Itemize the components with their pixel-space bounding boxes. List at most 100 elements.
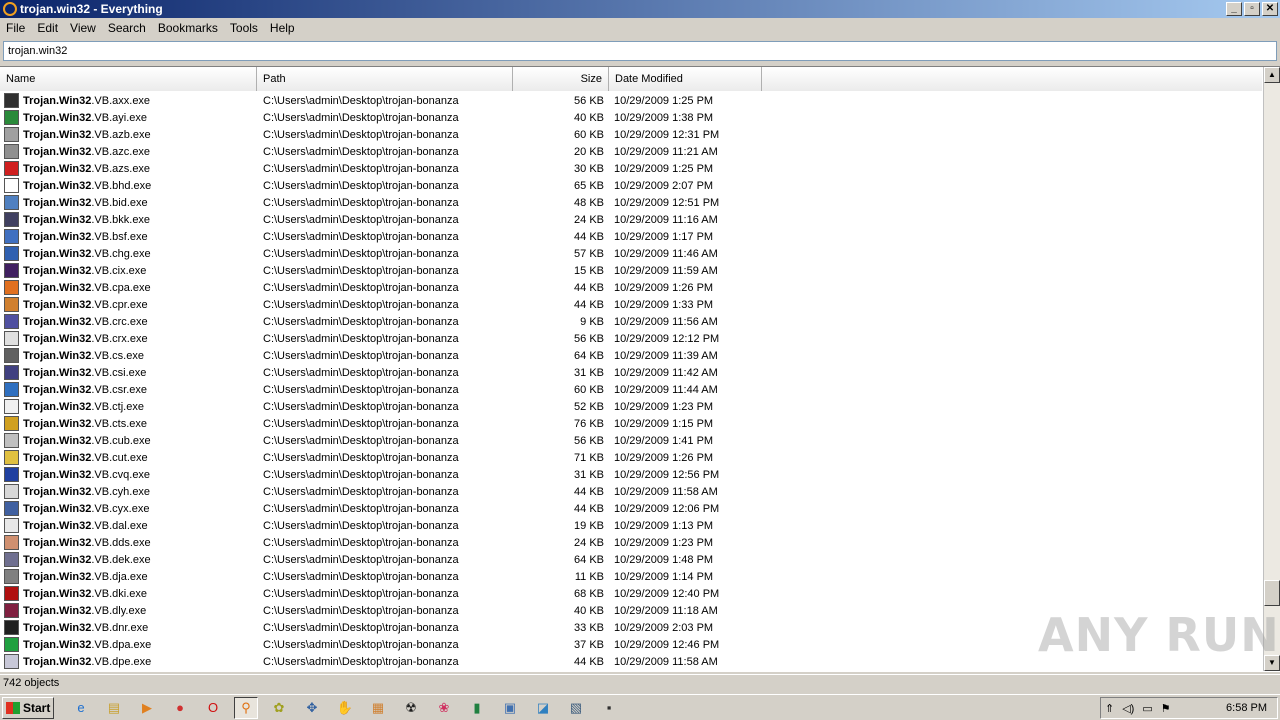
volume-icon[interactable]: ◁)	[1122, 702, 1134, 715]
table-row[interactable]: Trojan.Win32.VB.bkk.exe C:\Users\admin\De…	[0, 211, 1262, 228]
table-row[interactable]: Trojan.Win32.VB.crc.exe C:\Users\admin\De…	[0, 313, 1262, 330]
table-row[interactable]: Trojan.Win32.VB.bid.exe C:\Users\admin\De…	[0, 194, 1262, 211]
table-row[interactable]: Trojan.Win32.VB.azb.exe C:\Users\admin\De…	[0, 126, 1262, 143]
table-row[interactable]: Trojan.Win32.VB.chg.exe C:\Users\admin\De…	[0, 245, 1262, 262]
file-name-cell[interactable]: Trojan.Win32.VB.dek.exe	[0, 552, 257, 567]
table-row[interactable]: Trojan.Win32.VB.dek.exe C:\Users\admin\De…	[0, 551, 1262, 568]
file-name-cell[interactable]: Trojan.Win32.VB.bsf.exe	[0, 229, 257, 244]
file-name-cell[interactable]: Trojan.Win32.VB.azs.exe	[0, 161, 257, 176]
file-name-cell[interactable]: Trojan.Win32.VB.csi.exe	[0, 365, 257, 380]
app-icon-6[interactable]: ▮	[465, 697, 489, 719]
file-name-cell[interactable]: Trojan.Win32.VB.cpr.exe	[0, 297, 257, 312]
table-row[interactable]: Trojan.Win32.VB.crx.exe C:\Users\admin\De…	[0, 330, 1262, 347]
table-row[interactable]: Trojan.Win32.VB.cix.exe C:\Users\admin\De…	[0, 262, 1262, 279]
tray-arrow-icon[interactable]: ⇑	[1105, 702, 1114, 715]
table-row[interactable]: Trojan.Win32.VB.cyx.exe C:\Users\admin\De…	[0, 500, 1262, 517]
column-path-header[interactable]: Path	[257, 67, 513, 91]
table-row[interactable]: Trojan.Win32.VB.ctj.exe C:\Users\admin\De…	[0, 398, 1262, 415]
file-name-cell[interactable]: Trojan.Win32.VB.cix.exe	[0, 263, 257, 278]
table-row[interactable]: Trojan.Win32.VB.csr.exe C:\Users\admin\De…	[0, 381, 1262, 398]
chrome-icon[interactable]: ●	[168, 697, 192, 719]
app-icon-3[interactable]: ✋	[333, 697, 357, 719]
file-name-cell[interactable]: Trojan.Win32.VB.dal.exe	[0, 518, 257, 533]
action-center-flag-icon[interactable]: ⚑	[1161, 702, 1171, 715]
file-name-cell[interactable]: Trojan.Win32.VB.dpe.exe	[0, 654, 257, 669]
search-input[interactable]: trojan.win32	[3, 41, 1277, 61]
table-row[interactable]: Trojan.Win32.VB.cyh.exe C:\Users\admin\De…	[0, 483, 1262, 500]
file-name-cell[interactable]: Trojan.Win32.VB.dki.exe	[0, 586, 257, 601]
table-row[interactable]: Trojan.Win32.VB.dal.exe C:\Users\admin\De…	[0, 517, 1262, 534]
file-name-cell[interactable]: Trojan.Win32.VB.cpa.exe	[0, 280, 257, 295]
table-row[interactable]: Trojan.Win32.VB.cut.exe C:\Users\admin\De…	[0, 449, 1262, 466]
radiation-icon[interactable]: ☢	[399, 697, 423, 719]
file-name-cell[interactable]: Trojan.Win32.VB.cs.exe	[0, 348, 257, 363]
close-button[interactable]: ✕	[1262, 2, 1278, 16]
opera-icon[interactable]: O	[201, 697, 225, 719]
scroll-thumb[interactable]	[1264, 580, 1280, 606]
file-name-cell[interactable]: Trojan.Win32.VB.cvq.exe	[0, 467, 257, 482]
table-row[interactable]: Trojan.Win32.VB.axx.exe C:\Users\admin\De…	[0, 92, 1262, 109]
file-name-cell[interactable]: Trojan.Win32.VB.azc.exe	[0, 144, 257, 159]
network-icon[interactable]: ▭	[1142, 702, 1152, 715]
file-name-cell[interactable]: Trojan.Win32.VB.ayi.exe	[0, 110, 257, 125]
file-name-cell[interactable]: Trojan.Win32.VB.axx.exe	[0, 93, 257, 108]
file-name-cell[interactable]: Trojan.Win32.VB.crx.exe	[0, 331, 257, 346]
file-name-cell[interactable]: Trojan.Win32.VB.csr.exe	[0, 382, 257, 397]
menu-search[interactable]: Search	[102, 21, 152, 35]
app-icon-9[interactable]: ▧	[564, 697, 588, 719]
minimize-button[interactable]: _	[1226, 2, 1242, 16]
table-row[interactable]: Trojan.Win32.VB.azc.exe C:\Users\admin\De…	[0, 143, 1262, 160]
menu-help[interactable]: Help	[264, 21, 301, 35]
file-name-cell[interactable]: Trojan.Win32.VB.chg.exe	[0, 246, 257, 261]
start-button[interactable]: Start	[2, 696, 54, 719]
maximize-button[interactable]: ▫	[1244, 2, 1260, 16]
file-name-cell[interactable]: Trojan.Win32.VB.crc.exe	[0, 314, 257, 329]
clock[interactable]: 6:58 PM	[1226, 702, 1267, 714]
save-icon[interactable]: ▪	[597, 697, 621, 719]
explorer-icon[interactable]: ▤	[102, 697, 126, 719]
table-row[interactable]: Trojan.Win32.VB.ayi.exe C:\Users\admin\De…	[0, 109, 1262, 126]
table-row[interactable]: Trojan.Win32.VB.bhd.exe C:\Users\admin\De…	[0, 177, 1262, 194]
file-name-cell[interactable]: Trojan.Win32.VB.ctj.exe	[0, 399, 257, 414]
file-name-cell[interactable]: Trojan.Win32.VB.cut.exe	[0, 450, 257, 465]
column-name-header[interactable]: Name	[0, 67, 257, 91]
file-name-cell[interactable]: Trojan.Win32.VB.azb.exe	[0, 127, 257, 142]
ie-icon[interactable]: e	[69, 697, 93, 719]
file-name-cell[interactable]: Trojan.Win32.VB.bid.exe	[0, 195, 257, 210]
table-row[interactable]: Trojan.Win32.VB.cs.exe C:\Users\admin\Des…	[0, 347, 1262, 364]
app-icon-5[interactable]: ❀	[432, 697, 456, 719]
app-icon-2[interactable]: ✥	[300, 697, 324, 719]
file-name-cell[interactable]: Trojan.Win32.VB.bhd.exe	[0, 178, 257, 193]
table-row[interactable]: Trojan.Win32.VB.cpa.exe C:\Users\admin\De…	[0, 279, 1262, 296]
everything-icon[interactable]: ⚲	[234, 696, 258, 719]
table-row[interactable]: Trojan.Win32.VB.csi.exe C:\Users\admin\De…	[0, 364, 1262, 381]
app-icon-4[interactable]: ▦	[366, 697, 390, 719]
file-name-cell[interactable]: Trojan.Win32.VB.cts.exe	[0, 416, 257, 431]
file-name-cell[interactable]: Trojan.Win32.VB.dds.exe	[0, 535, 257, 550]
file-name-cell[interactable]: Trojan.Win32.VB.dja.exe	[0, 569, 257, 584]
file-name-cell[interactable]: Trojan.Win32.VB.dpa.exe	[0, 637, 257, 652]
file-name-cell[interactable]: Trojan.Win32.VB.dly.exe	[0, 603, 257, 618]
table-row[interactable]: Trojan.Win32.VB.cub.exe C:\Users\admin\De…	[0, 432, 1262, 449]
menu-bookmarks[interactable]: Bookmarks	[152, 21, 224, 35]
file-name-cell[interactable]: Trojan.Win32.VB.dnr.exe	[0, 620, 257, 635]
table-row[interactable]: Trojan.Win32.VB.dki.exe C:\Users\admin\De…	[0, 585, 1262, 602]
app-icon-1[interactable]: ✿	[267, 697, 291, 719]
column-date-header[interactable]: Date Modified	[609, 67, 762, 91]
menu-tools[interactable]: Tools	[224, 21, 264, 35]
table-row[interactable]: Trojan.Win32.VB.cts.exe C:\Users\admin\De…	[0, 415, 1262, 432]
vertical-scrollbar[interactable]: ▲ ▼	[1263, 67, 1280, 671]
file-name-cell[interactable]: Trojan.Win32.VB.bkk.exe	[0, 212, 257, 227]
file-name-cell[interactable]: Trojan.Win32.VB.cyh.exe	[0, 484, 257, 499]
file-name-cell[interactable]: Trojan.Win32.VB.cyx.exe	[0, 501, 257, 516]
menu-file[interactable]: File	[0, 21, 31, 35]
table-row[interactable]: Trojan.Win32.VB.cvq.exe C:\Users\admin\De…	[0, 466, 1262, 483]
app-icon-7[interactable]: ▣	[498, 697, 522, 719]
scroll-up-button[interactable]: ▲	[1264, 67, 1280, 83]
menu-edit[interactable]: Edit	[31, 21, 64, 35]
media-player-icon[interactable]: ▶	[135, 697, 159, 719]
table-row[interactable]: Trojan.Win32.VB.azs.exe C:\Users\admin\De…	[0, 160, 1262, 177]
file-name-cell[interactable]: Trojan.Win32.VB.cub.exe	[0, 433, 257, 448]
table-row[interactable]: Trojan.Win32.VB.dds.exe C:\Users\admin\De…	[0, 534, 1262, 551]
table-row[interactable]: Trojan.Win32.VB.cpr.exe C:\Users\admin\De…	[0, 296, 1262, 313]
